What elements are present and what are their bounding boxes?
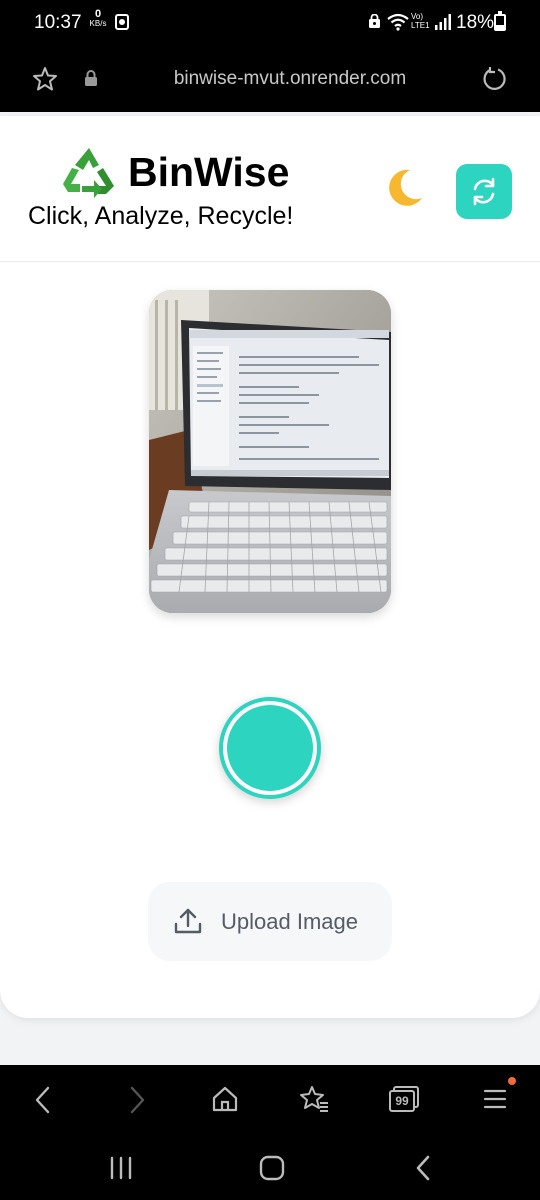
volte-indicator: Vo) LTE1 (411, 12, 433, 30)
app-card: BinWise Click, Analyze, Recycle! Upload … (0, 116, 540, 1018)
tagline: Click, Analyze, Recycle! (28, 202, 294, 230)
volte-label: Vo) (411, 12, 424, 21)
lte-label: LTE1 (411, 21, 430, 30)
recent-apps-icon[interactable] (108, 1155, 134, 1181)
upload-icon (174, 908, 202, 934)
tabs-button[interactable]: 99 (388, 1085, 420, 1113)
status-time: 10:37 (34, 12, 82, 33)
browser-url-bar: binwise-mvut.onrender.com (0, 48, 540, 112)
signal-icon (435, 14, 451, 30)
network-speed-value: 0 (94, 8, 102, 20)
back-icon[interactable] (32, 1085, 56, 1115)
upload-image-label: Upload Image (221, 909, 358, 934)
back-system-icon[interactable] (412, 1155, 434, 1181)
tabs-count: 99 (395, 1094, 409, 1108)
url-text[interactable]: binwise-mvut.onrender.com (0, 68, 540, 90)
bookmarks-icon[interactable] (299, 1085, 329, 1113)
browser-bottom-nav: 99 (0, 1065, 540, 1135)
brand-title: BinWise (128, 149, 290, 195)
reload-icon[interactable] (482, 66, 508, 92)
recycle-icon (63, 148, 114, 198)
switch-camera-button[interactable] (456, 164, 512, 219)
lock-status-icon (369, 14, 380, 28)
network-speed: 0 KB/s (88, 8, 108, 29)
home-icon[interactable] (211, 1085, 239, 1113)
battery-icon (494, 11, 506, 31)
forward-icon[interactable] (124, 1085, 148, 1115)
app-notification-icon (115, 14, 129, 30)
camera-preview (149, 290, 391, 613)
moon-icon[interactable] (388, 168, 424, 208)
status-bar: 10:37 0 KB/s Vo) LTE1 18% (0, 0, 540, 48)
upload-image-button[interactable]: Upload Image (148, 882, 392, 961)
menu-icon[interactable] (483, 1087, 507, 1111)
home-system-icon[interactable] (258, 1155, 286, 1181)
wifi-icon (387, 13, 409, 31)
system-nav-bar (0, 1135, 540, 1200)
laptop-preview-image (149, 290, 391, 613)
camera-switch-icon (473, 177, 495, 206)
capture-button[interactable] (219, 697, 321, 799)
app-header: BinWise Click, Analyze, Recycle! (0, 116, 540, 262)
web-page: BinWise Click, Analyze, Recycle! Upload … (0, 112, 540, 1065)
battery-percent: 18% (456, 12, 495, 33)
network-speed-unit: KB/s (89, 19, 107, 28)
menu-notification-dot (508, 1077, 516, 1085)
